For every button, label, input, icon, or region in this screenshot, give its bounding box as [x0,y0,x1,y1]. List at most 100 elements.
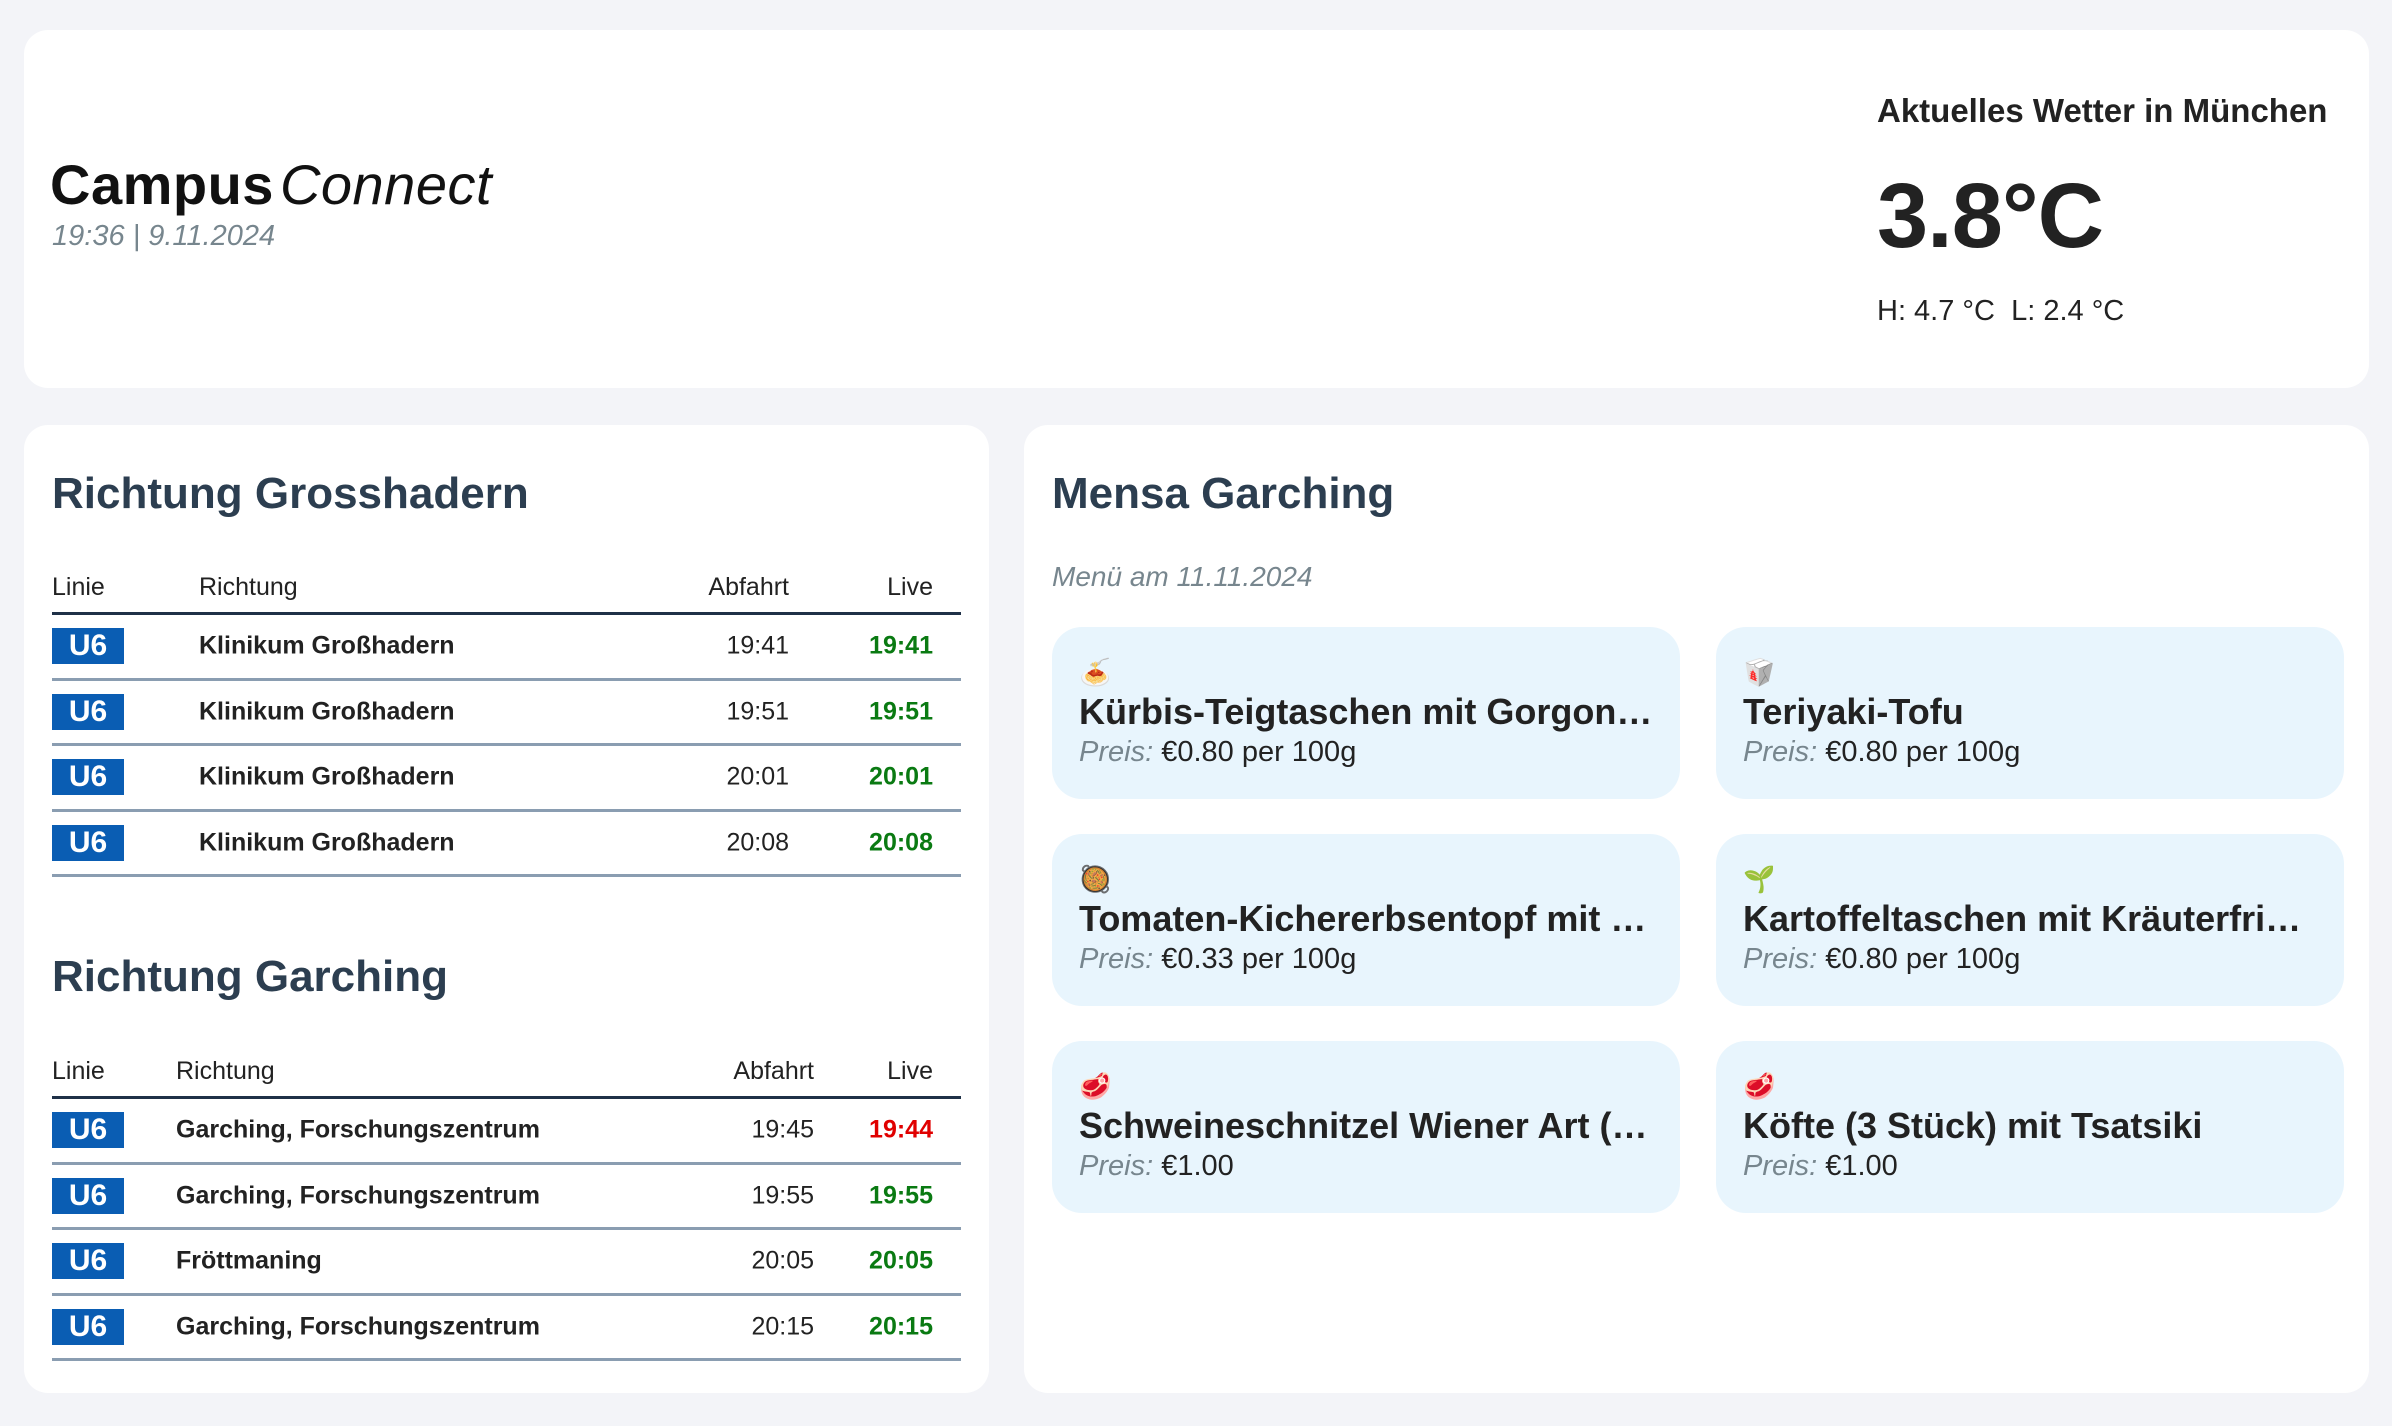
price-value: €1.00 [1825,1150,1898,1182]
col-live: Live [887,1057,933,1085]
scheduled-time: 19:51 [726,697,789,726]
col-linie: Linie [52,573,105,601]
price-value: €1.00 [1161,1150,1234,1182]
weather-widget: Aktuelles Wetter in München 3.8°C H: 4.7… [1877,92,2347,328]
line-badge: U6 [52,1308,124,1345]
meal-price: Preis: €0.80 per 100g [1743,943,2317,976]
line-badge: U6 [52,824,124,861]
col-abfahrt: Abfahrt [733,1057,814,1085]
table-header: Linie Richtung Abfahrt Live [52,1039,961,1099]
col-linie: Linie [52,1057,105,1085]
weather-title: Aktuelles Wetter in München [1877,92,2328,129]
seedling-icon: 🌱 [1743,864,1776,894]
brand-bold: Campus [50,153,274,216]
scheduled-time: 20:15 [751,1312,814,1341]
line-badge: U6 [52,628,124,665]
header-card: Campus Connect 19:36 | 9.11.2024 Aktuelle… [24,30,2369,388]
destination: Klinikum Großhadern [199,762,455,791]
mensa-title: Mensa Garching [1052,469,1395,518]
departure-row: U6 Garching, Forschungszentrum 20:15 20:15 [52,1296,961,1361]
brand-italic: Connect [279,153,493,216]
meal-price: Preis: €0.33 per 100g [1079,943,1653,976]
scheduled-time: 20:08 [726,828,789,857]
meal-name: Teriyaki-Tofu [1743,691,1964,732]
col-live: Live [887,573,933,601]
section-title-grosshadern: Richtung Grosshadern [52,469,529,518]
price-value: €0.80 per 100g [1825,943,2021,975]
live-time: 20:15 [869,1312,933,1341]
price-label: Preis: [1079,1150,1154,1182]
destination: Klinikum Großhadern [199,631,455,660]
meal-name: Tomaten-Kichererbsentopf mit Reis [1079,898,1653,939]
scheduled-time: 19:55 [751,1181,814,1210]
weather-high-low: H: 4.7 °C L: 2.4 °C [1877,295,2125,327]
live-time: 19:41 [869,631,933,660]
departure-row: U6 Klinikum Großhadern 20:08 20:08 [52,812,961,877]
transit-card: Richtung Grosshadern Linie Richtung Abfa… [24,425,989,1393]
price-value: €0.33 per 100g [1161,943,1357,975]
col-richtung: Richtung [199,573,298,601]
table-body: U6 Garching, Forschungszentrum 19:45 19:44 U… [52,1099,961,1361]
mensa-card: Mensa Garching Menü am 11.11.2024 🍝 Kürbi… [1024,425,2369,1393]
price-label: Preis: [1743,943,1818,975]
departure-row: U6 Klinikum Großhadern 20:01 20:01 [52,746,961,812]
scheduled-time: 20:01 [726,762,789,791]
departure-row: U6 Klinikum Großhadern 19:41 19:41 [52,615,961,681]
takeout-box-icon: 🥡 [1743,657,1776,687]
col-abfahrt: Abfahrt [708,573,789,601]
meal-name: Kartoffeltaschen mit Kräuterfrischkäse [1743,898,2317,939]
table-header: Linie Richtung Abfahrt Live [52,555,961,615]
line-badge: U6 [52,759,124,796]
departure-row: U6 Garching, Forschungszentrum 19:55 19:55 [52,1165,961,1230]
line-badge: U6 [52,693,124,730]
meat-icon: 🥩 [1743,1071,1776,1101]
meal-card[interactable]: 🍝 Kürbis-Teigtaschen mit Gorgonzolasauce P… [1052,627,1680,799]
pasta-icon: 🍝 [1079,657,1112,687]
meal-card[interactable]: 🌱 Kartoffeltaschen mit Kräuterfrischkäse P… [1716,834,2344,1006]
menu-date: Menü am 11.11.2024 [1052,561,1313,592]
meal-name: Kürbis-Teigtaschen mit Gorgonzolasauce [1079,691,1653,732]
meal-name: Köfte (3 Stück) mit Tsatsiki [1743,1105,2203,1146]
live-time: 19:51 [869,697,933,726]
live-time: 20:01 [869,762,933,791]
destination: Garching, Forschungszentrum [176,1115,540,1144]
live-time: 19:55 [869,1181,933,1210]
stew-pan-icon: 🥘 [1079,864,1112,894]
meal-card[interactable]: 🥘 Tomaten-Kichererbsentopf mit Reis Preis:… [1052,834,1680,1006]
date-time: 19:36 | 9.11.2024 [52,220,276,252]
scheduled-time: 20:05 [751,1246,814,1275]
weather-temperature: 3.8°C [1877,165,2104,267]
scheduled-time: 19:41 [726,631,789,660]
departure-row: U6 Fröttmaning 20:05 20:05 [52,1230,961,1296]
meal-price: Preis: €0.80 per 100g [1743,736,2317,769]
destination: Garching, Forschungszentrum [176,1312,540,1341]
meal-price: Preis: €1.00 [1743,1150,2317,1183]
meal-card[interactable]: 🥩 Köfte (3 Stück) mit Tsatsiki Preis: €1.0… [1716,1041,2344,1213]
live-time: 20:08 [869,828,933,857]
destination: Klinikum Großhadern [199,828,455,857]
departures-table-garching: Linie Richtung Abfahrt Live U6 Garching, … [52,1039,961,1361]
section-title-garching: Richtung Garching [52,952,448,1001]
price-value: €0.80 per 100g [1161,736,1357,768]
destination: Fröttmaning [176,1246,322,1275]
departure-row: U6 Garching, Forschungszentrum 19:45 19:44 [52,1099,961,1165]
price-label: Preis: [1743,1150,1818,1182]
meat-icon: 🥩 [1079,1071,1112,1101]
line-badge: U6 [52,1243,124,1280]
col-richtung: Richtung [176,1057,275,1085]
line-badge: U6 [52,1177,124,1214]
live-time: 19:44 [869,1115,933,1144]
scheduled-time: 19:45 [751,1115,814,1144]
meal-card[interactable]: 🥡 Teriyaki-Tofu Preis: €0.80 per 100g [1716,627,2344,799]
meal-card[interactable]: 🥩 Schweineschnitzel Wiener Art (1 Stück) P… [1052,1041,1680,1213]
meal-price: Preis: €1.00 [1079,1150,1653,1183]
line-badge: U6 [52,1112,124,1149]
destination: Klinikum Großhadern [199,697,455,726]
table-body: U6 Klinikum Großhadern 19:41 19:41 U6 Kliniku… [52,615,961,877]
destination: Garching, Forschungszentrum [176,1181,540,1210]
departure-row: U6 Klinikum Großhadern 19:51 19:51 [52,681,961,746]
live-time: 20:05 [869,1246,933,1275]
app-brand: Campus Connect [50,152,492,217]
departures-table-grosshadern: Linie Richtung Abfahrt Live U6 Klinikum G… [52,555,961,877]
price-value: €0.80 per 100g [1825,736,2021,768]
